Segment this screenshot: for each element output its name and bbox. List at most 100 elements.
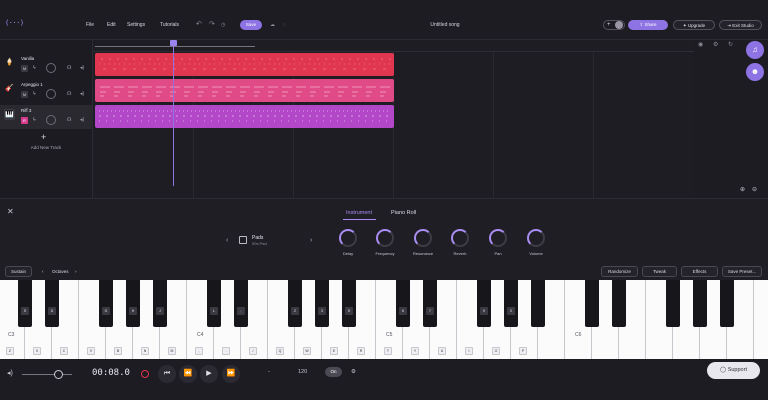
speaker-icon[interactable]: ◂) — [80, 65, 84, 71]
settings-icon[interactable]: ⚙ — [351, 369, 356, 375]
history-icon[interactable]: ◷ — [221, 22, 225, 28]
timeline-ruler[interactable] — [93, 40, 694, 52]
upgrade-button[interactable]: ✦ Upgrade — [673, 20, 715, 30]
loop-icon[interactable]: ↻ — [728, 41, 733, 48]
sustain-button[interactable]: Sustain — [5, 266, 32, 277]
add-track-icon[interactable]: + — [41, 132, 46, 142]
chevron-left-icon[interactable]: ‹ — [226, 237, 228, 244]
black-key[interactable]: 2 — [288, 280, 302, 327]
skip-back-icon[interactable]: ⏮ — [158, 365, 176, 383]
menu-tutorials[interactable]: Tutorials — [160, 22, 179, 28]
menu-settings[interactable]: Settings — [127, 22, 145, 28]
chevron-right-icon[interactable]: › — [310, 237, 312, 244]
delay-knob[interactable] — [339, 229, 357, 247]
record-icon[interactable] — [141, 370, 149, 378]
play-icon[interactable]: ▶ — [200, 365, 218, 383]
track-volume-knob[interactable] — [46, 63, 56, 73]
black-key[interactable]: ; — [234, 280, 248, 327]
zoom-out-icon[interactable]: ⊖ — [752, 186, 757, 193]
track-volume-knob[interactable] — [46, 115, 56, 125]
black-key[interactable] — [612, 280, 626, 327]
exit-studio-button[interactable]: ⇥ Exit Studio — [719, 20, 762, 30]
timeline[interactable] — [92, 40, 694, 198]
region-riff[interactable] — [95, 105, 394, 128]
speaker-icon[interactable]: ◂) — [7, 369, 13, 377]
automation-icon[interactable]: ϟ — [33, 91, 36, 97]
metronome-toggle[interactable]: On — [325, 367, 342, 377]
track-name[interactable]: Vanilla — [21, 56, 34, 61]
frequency-knob[interactable] — [376, 229, 394, 247]
white-key[interactable] — [754, 280, 768, 359]
headphones-icon[interactable]: ☊ — [67, 91, 71, 97]
black-key[interactable]: 0 — [504, 280, 518, 327]
piano-keyboard[interactable]: Z X C V B N M,. / Q W E R T Y U I O P S D G H J L; 2 3 5 6 7 9 0 C3 C4 C5… — [0, 280, 768, 359]
black-key[interactable] — [693, 280, 707, 327]
track-volume-knob[interactable] — [46, 89, 56, 99]
music-note-icon[interactable]: ♫ — [746, 41, 764, 59]
speaker-icon[interactable]: ◂) — [80, 91, 84, 97]
automation-icon[interactable]: ϟ — [33, 65, 36, 71]
tweak-button[interactable]: Tweak — [642, 266, 677, 277]
black-key[interactable]: D — [45, 280, 59, 327]
metronome-icon[interactable]: ⚙ — [713, 41, 718, 48]
add-track-button[interactable]: Add New Track — [18, 145, 74, 150]
black-key[interactable]: 5 — [342, 280, 356, 327]
zoom-in-icon[interactable]: ⊕ — [740, 186, 745, 193]
preset-selector[interactable]: ‹ Pads 90s Pad › — [222, 232, 322, 250]
pan-knob[interactable] — [489, 229, 507, 247]
speaker-icon[interactable]: ◂) — [80, 117, 84, 123]
tempo-value[interactable]: 120 — [298, 369, 307, 375]
cloud-icon[interactable]: ☁ — [270, 22, 275, 28]
black-key[interactable]: S — [18, 280, 32, 327]
randomize-button[interactable]: Randomize — [601, 266, 638, 277]
black-key[interactable] — [666, 280, 680, 327]
collaborators[interactable]: + — [603, 20, 625, 30]
volume-knob[interactable] — [527, 229, 545, 247]
key-signature[interactable]: - — [268, 369, 270, 375]
playhead[interactable] — [173, 40, 174, 186]
octave-down-icon[interactable]: ‹ — [42, 269, 44, 274]
menu-file[interactable]: File — [86, 22, 94, 28]
black-key[interactable] — [531, 280, 545, 327]
track-header-riff[interactable]: 🎹 Riff 3 R ϟ ☊ ◂) — [0, 105, 92, 129]
support-button[interactable]: ◯ Support — [707, 362, 760, 379]
black-key[interactable]: 7 — [423, 280, 437, 327]
undo-icon[interactable]: ↶ — [196, 20, 202, 28]
resonance-knob[interactable] — [414, 229, 432, 247]
close-icon[interactable]: ✕ — [7, 207, 14, 216]
black-key[interactable]: G — [99, 280, 113, 327]
track-name[interactable]: Arpeggio 1 — [21, 82, 43, 87]
record-arm-button[interactable]: R — [21, 117, 28, 124]
black-key[interactable]: 6 — [396, 280, 410, 327]
black-key[interactable] — [585, 280, 599, 327]
tab-instrument[interactable]: Instrument — [346, 210, 372, 216]
mute-button[interactable]: M — [21, 65, 28, 72]
app-logo[interactable]: (···) — [5, 19, 24, 29]
menu-edit[interactable]: Edit — [107, 22, 116, 28]
black-key[interactable]: H — [126, 280, 140, 327]
black-key[interactable]: L — [207, 280, 221, 327]
track-name[interactable]: Riff 3 — [21, 108, 31, 113]
track-header-vanilla[interactable]: 🍦 Vanilla M ϟ ☊ ◂) — [0, 53, 92, 77]
region-vanilla[interactable] — [95, 53, 394, 76]
song-title[interactable]: Untitled song — [410, 22, 480, 28]
mic-icon[interactable]: ◌ — [283, 22, 286, 28]
share-button[interactable]: ⇪ Share — [628, 20, 668, 30]
mute-button[interactable]: M — [21, 91, 28, 98]
save-preset-button[interactable]: Save Preset... — [722, 266, 762, 277]
track-header-arpeggio[interactable]: 🎸 Arpeggio 1 M ϟ ☊ ◂) — [0, 79, 92, 103]
rewind-icon[interactable]: ⏪ — [179, 365, 197, 383]
loop-range[interactable] — [95, 46, 255, 47]
reverb-knob[interactable] — [451, 229, 469, 247]
automation-icon[interactable]: ϟ — [33, 117, 36, 123]
tab-piano-roll[interactable]: Piano Roll — [391, 210, 416, 216]
black-key[interactable]: J — [153, 280, 167, 327]
octave-up-icon[interactable]: › — [75, 269, 77, 274]
fast-forward-icon[interactable]: ⏩ — [222, 365, 240, 383]
users-icon[interactable]: ☻ — [746, 63, 764, 81]
record-mode-icon[interactable]: ◉ — [698, 41, 703, 48]
master-volume-slider[interactable] — [22, 374, 72, 375]
redo-icon[interactable]: ↷ — [209, 20, 215, 28]
region-arpeggio[interactable] — [95, 79, 394, 102]
save-button[interactable]: Save — [240, 20, 262, 30]
